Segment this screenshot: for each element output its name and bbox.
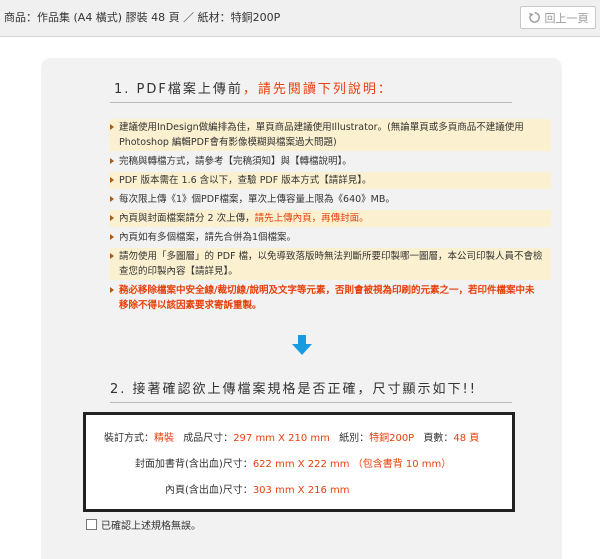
inner-size-label: 內頁(含出血)尺寸： [165,485,253,496]
bullet-arrow-icon [110,234,114,240]
warning-note: 務必移除檔案中安全線/裁切線/說明及文字等元素，否則會被視為印刷的元素之一，若印… [109,282,551,314]
note-item: 每次限上傳《1》個PDF檔案，單次上傳容量上限為《640》MB。 [109,191,551,208]
confirm-row[interactable]: 已確認上述規格無誤。 [86,517,201,532]
pages-label: 頁數： [423,433,454,444]
bullet-arrow-icon [110,158,114,164]
paper-label: 紙別： [339,433,370,444]
section1-divider [110,102,512,103]
note-item: 建議使用InDesign做編排為佳，單頁商品建議使用Illustrator。(無… [109,119,551,151]
bullet-arrow-icon [110,215,114,221]
back-button[interactable]: 回上一頁 [520,6,596,29]
section2-divider [110,402,512,403]
spec-box: 裝訂方式：精裝 成品尺寸：297 mm X 210 mm 紙別：特銅200P 頁… [83,412,515,512]
paper-value: 特銅200P [369,433,415,444]
arrow-down-icon [292,335,312,355]
size-value: 297 mm X 210 mm [233,433,330,444]
spec-row-inner: 內頁(含出血)尺寸：303 mm X 216 mm [165,481,350,496]
confirm-label: 已確認上述規格無誤。 [101,521,201,532]
spec-row-cover: 封面加書背(含出血)尺寸：622 mm X 222 mm （包含書背 10 mm… [135,455,451,470]
section2-title: 2. 接著確認欲上傳檔案規格是否正確，尺寸顯示如下!! [110,382,477,397]
binding-value: 精裝 [154,433,174,444]
upload-info-panel: 1. PDF檔案上傳前，請先閱讀下列說明： 建議使用InDesign做編排為佳，… [41,58,562,559]
bullet-arrow-icon [110,196,114,202]
bullet-arrow-icon [110,124,114,130]
bullet-arrow-icon [110,177,114,183]
note-item: 內頁如有多個檔案，請先合併為1個檔案。 [109,229,551,246]
note-item: 內頁與封面檔案請分 2 次上傳，請先上傳內頁，再傳封面。 [109,210,551,227]
back-arrow-icon [528,12,540,23]
confirm-checkbox[interactable] [86,519,97,530]
bullet-arrow-icon [110,253,114,259]
spec-row-main: 裝訂方式：精裝 成品尺寸：297 mm X 210 mm 紙別：特銅200P 頁… [104,429,479,444]
pages-value: 48 頁 [453,433,480,444]
cover-size-label: 封面加書背(含出血)尺寸： [135,459,253,470]
note-item: 請勿使用「多圖層」的 PDF 檔，以免導致落版時無法判斷所要印製哪一圖層，本公司… [109,248,551,280]
note-item: PDF 版本需在 1.6 含以下，查驗 PDF 版本方式【請詳見】。 [109,172,551,189]
note-item: 完稿與轉檔方式，請參考【完稿須知】與【轉檔說明】。 [109,153,551,170]
top-bar: 商品：作品集 (A4 橫式) 膠裝 48 頁 ／ 紙材：特銅200P 回上一頁 [0,0,600,37]
section1-highlight: ，請先閱讀下列說明： [242,82,393,97]
cover-size-value: 622 mm X 222 mm （包含書背 10 mm） [252,459,452,470]
back-button-label: 回上一頁 [544,11,589,25]
section1-number: 1. PDF檔案上傳前 [114,82,243,97]
binding-label: 裝訂方式： [104,433,154,444]
product-title: 商品：作品集 (A4 橫式) 膠裝 48 頁 ／ 紙材：特銅200P [4,11,281,24]
bullet-arrow-icon [110,287,114,293]
section1-title: 1. PDF檔案上傳前，請先閱讀下列說明： [114,78,393,97]
notes-list: 建議使用InDesign做編排為佳，單頁商品建議使用Illustrator。(無… [109,119,551,316]
size-label: 成品尺寸： [183,433,234,444]
inner-size-value: 303 mm X 216 mm [252,485,350,496]
